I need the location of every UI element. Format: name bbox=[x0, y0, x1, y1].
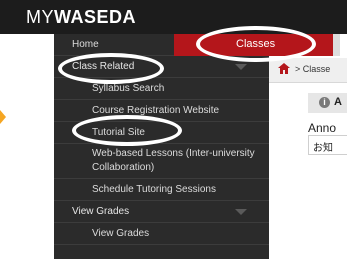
sidebar-item-label: View Grades bbox=[72, 206, 130, 217]
chevron-down-icon bbox=[235, 209, 247, 215]
sidebar-item-label: Schedule Tutoring Sessions bbox=[92, 184, 216, 195]
sidebar-item-view-grades-category[interactable]: View Grades bbox=[54, 201, 269, 223]
info-icon: i bbox=[319, 97, 330, 108]
sidebar-item-tutorial-site[interactable]: Tutorial Site bbox=[54, 122, 269, 144]
info-bar-text: A bbox=[334, 96, 342, 108]
info-bar: i A bbox=[308, 93, 347, 113]
sidebar-item-web-based-lessons[interactable]: Web-based Lessons (Inter-university Coll… bbox=[54, 144, 269, 179]
logo-brand: WASEDA bbox=[54, 7, 137, 27]
sidebar-item-class-related[interactable]: Class Related bbox=[54, 56, 269, 78]
top-bar: MYWASEDA bbox=[0, 0, 347, 34]
sidebar: Home Class Related Syllabus Search Cours… bbox=[54, 34, 269, 259]
sidebar-item-label: View Grades bbox=[92, 228, 150, 239]
sidebar-item-syllabus-search[interactable]: Syllabus Search bbox=[54, 78, 269, 100]
sidebar-item-label: Syllabus Search bbox=[92, 83, 165, 94]
announcements-label: Anno bbox=[308, 121, 337, 135]
chevron-down-icon bbox=[235, 64, 247, 70]
logo-prefix: MY bbox=[26, 7, 54, 27]
sidebar-item-schedule-tutoring[interactable]: Schedule Tutoring Sessions bbox=[54, 179, 269, 201]
breadcrumb: > Classe bbox=[269, 58, 347, 83]
tab-classes-label: Classes bbox=[236, 38, 276, 50]
home-icon[interactable] bbox=[278, 63, 290, 74]
sidebar-item-label: Class Related bbox=[72, 61, 135, 72]
sidebar-item-label: Course Registration Website bbox=[92, 105, 220, 116]
sidebar-item-label: Tutorial Site bbox=[92, 127, 145, 138]
breadcrumb-text[interactable]: > Classe bbox=[295, 64, 330, 74]
tab-home-label: Home bbox=[72, 39, 99, 50]
main-content bbox=[269, 56, 347, 259]
announcements-box-text: お知 bbox=[313, 143, 333, 154]
mywaseda-logo[interactable]: MYWASEDA bbox=[26, 7, 136, 28]
announcements-box[interactable]: お知 bbox=[308, 135, 347, 155]
tab-corner bbox=[333, 34, 340, 56]
sidebar-item-course-registration[interactable]: Course Registration Website bbox=[54, 100, 269, 122]
sidebar-item-view-grades[interactable]: View Grades bbox=[54, 223, 269, 245]
pointer-arrow-icon bbox=[0, 110, 6, 124]
tab-classes[interactable]: Classes bbox=[174, 34, 340, 56]
sidebar-item-label: Web-based Lessons (Inter-university Coll… bbox=[92, 148, 255, 173]
